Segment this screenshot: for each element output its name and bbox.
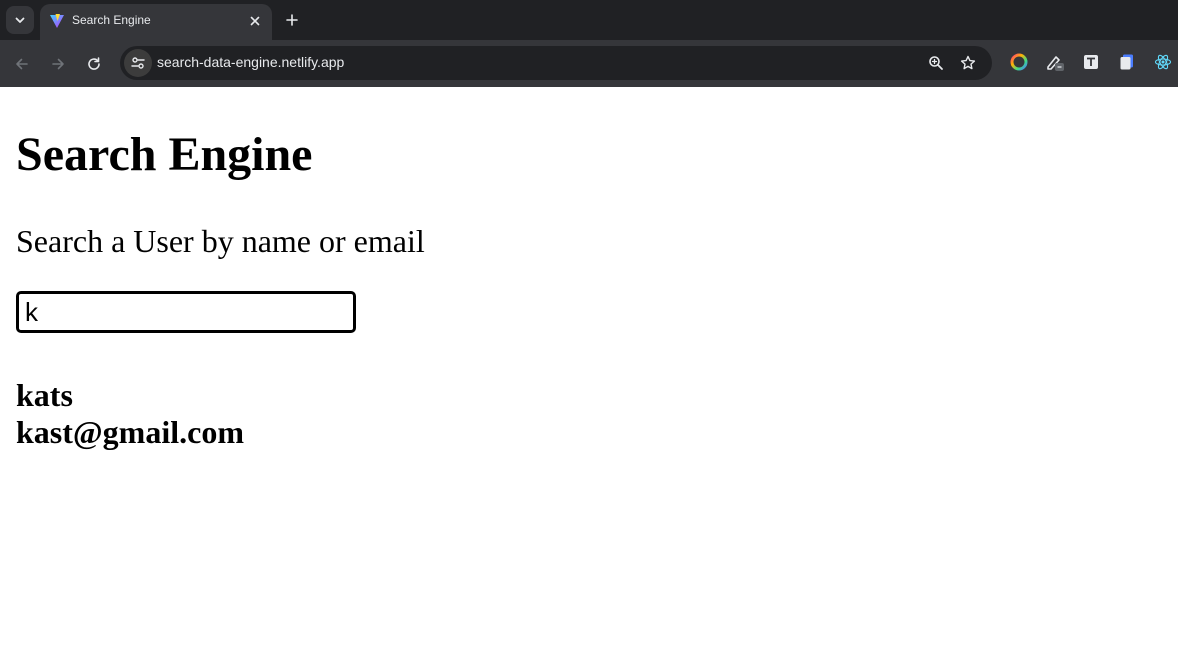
text-extension-button[interactable] bbox=[1081, 52, 1101, 72]
close-icon bbox=[250, 16, 260, 26]
zoom-button[interactable] bbox=[924, 51, 948, 75]
reload-icon bbox=[88, 57, 100, 70]
tab-strip: Search Engine bbox=[0, 0, 1178, 40]
react-icon bbox=[1154, 54, 1172, 70]
search-input[interactable] bbox=[16, 291, 356, 333]
site-info-button[interactable] bbox=[124, 49, 152, 77]
results-list: kats kast@gmail.com bbox=[16, 377, 244, 451]
vite-logo-icon bbox=[50, 14, 64, 28]
page-title: Search Engine bbox=[16, 128, 313, 181]
address-bar[interactable]: search-data-engine.netlify.app bbox=[120, 46, 992, 80]
result-item: kats kast@gmail.com bbox=[16, 377, 244, 451]
browser-tab[interactable]: Search Engine bbox=[40, 4, 272, 40]
react-devtools-button[interactable] bbox=[1153, 52, 1173, 72]
bookmark-button[interactable] bbox=[956, 51, 980, 75]
new-tab-button[interactable] bbox=[280, 8, 304, 32]
result-email: kast@gmail.com bbox=[16, 414, 244, 450]
tab-close-button[interactable] bbox=[246, 12, 264, 30]
result-name: kats bbox=[16, 377, 73, 413]
page-subtitle: Search a User by name or email bbox=[16, 223, 425, 259]
tab-title: Search Engine bbox=[72, 13, 151, 27]
arrow-left-icon bbox=[16, 58, 28, 70]
text-document-icon bbox=[1084, 55, 1098, 69]
color-extension-button[interactable] bbox=[1009, 52, 1029, 72]
forward-button[interactable] bbox=[44, 50, 72, 78]
tab-search-button[interactable] bbox=[6, 6, 34, 34]
page-content: Search Engine Search a User by name or e… bbox=[0, 87, 1178, 671]
zoom-icon bbox=[929, 56, 943, 70]
browser-toolbar: search-data-engine.netlify.app bbox=[0, 40, 1178, 87]
plus-icon bbox=[286, 14, 298, 26]
chevron-down-icon bbox=[15, 17, 25, 23]
docs-extension-button[interactable] bbox=[1117, 52, 1137, 72]
star-icon bbox=[960, 55, 976, 70]
tune-icon bbox=[131, 57, 145, 69]
pen-extension-button[interactable] bbox=[1045, 52, 1065, 72]
arrow-right-icon bbox=[52, 58, 64, 70]
back-button[interactable] bbox=[8, 50, 36, 78]
document-copy-icon bbox=[1120, 54, 1133, 70]
color-ring-icon bbox=[1010, 53, 1028, 71]
reload-button[interactable] bbox=[80, 50, 108, 78]
url-text[interactable]: search-data-engine.netlify.app bbox=[157, 54, 344, 70]
pen-icon bbox=[1047, 56, 1064, 71]
